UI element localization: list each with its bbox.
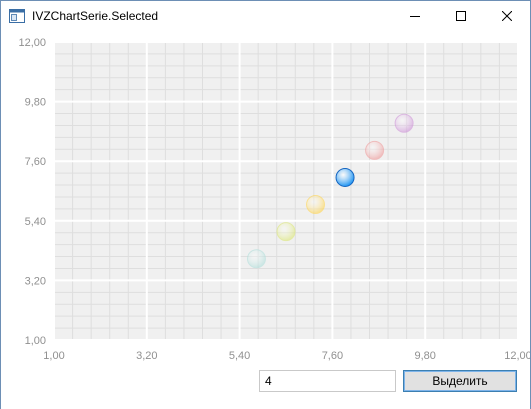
maximize-button[interactable] <box>438 1 484 32</box>
x-tick-label: 3,20 <box>136 350 157 362</box>
x-tick-label: 12,00 <box>504 350 530 362</box>
close-button[interactable] <box>484 1 530 32</box>
maximize-icon <box>456 10 466 24</box>
y-tick-label: 5,40 <box>25 216 46 228</box>
y-tick-label: 7,60 <box>25 156 46 168</box>
select-button[interactable]: Выделить <box>403 370 517 392</box>
chart-canvas: 1,00 3,20 5,40 7,60 9,80 12,00 1,00 3,20 5,40 7,6… <box>18 37 530 362</box>
app-window: IVZChartSerie.Selected 1,00 3,20 5,40 7,60 9… <box>0 0 531 409</box>
client-area: 1,00 3,20 5,40 7,60 9,80 12,00 1,00 3,20 5,40 7,6… <box>1 32 530 409</box>
y-tick-label: 9,80 <box>25 97 46 109</box>
data-point[interactable] <box>394 113 414 133</box>
select-button-label: Выделить <box>432 374 488 388</box>
minimize-icon <box>410 10 420 24</box>
minimize-button[interactable] <box>392 1 438 32</box>
data-point-selected[interactable] <box>335 167 355 187</box>
plot-background <box>54 42 518 340</box>
x-tick-label: 9,80 <box>414 350 435 362</box>
scatter-chart[interactable]: 1,00 3,20 5,40 7,60 9,80 12,00 1,00 3,20 5,40 7,6… <box>1 32 530 369</box>
window-app-icon <box>9 9 25 23</box>
y-tick-label: 12,00 <box>18 37 46 49</box>
window-title: IVZChartSerie.Selected <box>32 9 159 23</box>
data-point[interactable] <box>246 249 266 269</box>
title-bar[interactable]: IVZChartSerie.Selected <box>1 1 530 32</box>
data-point[interactable] <box>306 195 326 215</box>
data-point[interactable] <box>365 140 385 160</box>
x-tick-label: 1,00 <box>43 350 64 362</box>
data-point[interactable] <box>276 222 296 242</box>
close-icon <box>501 10 513 24</box>
count-input[interactable] <box>259 370 396 392</box>
y-tick-label: 3,20 <box>25 275 46 287</box>
x-tick-label: 7,60 <box>322 350 343 362</box>
x-tick-label: 5,40 <box>229 350 250 362</box>
y-tick-label: 1,00 <box>25 335 46 347</box>
